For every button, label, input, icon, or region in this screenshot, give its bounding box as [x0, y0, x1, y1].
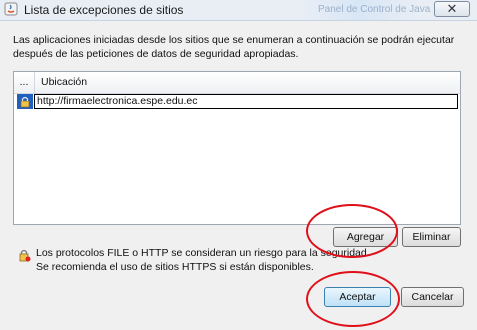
lock-icon — [19, 249, 31, 262]
site-location-cell[interactable]: http://firmaelectronica.espe.edu.ec — [34, 94, 458, 109]
table-header: ... Ubicación — [14, 72, 460, 94]
background-window: Panel de Control de Java — [300, 0, 430, 20]
column-header-dots[interactable]: ... — [14, 72, 35, 93]
highlight-circle-add — [306, 204, 398, 258]
intro-text: Las aplicaciones iniciadas desde los sit… — [13, 34, 455, 60]
cancel-button[interactable]: Cancelar — [401, 287, 464, 307]
java-icon — [4, 2, 18, 16]
highlight-circle-ok — [306, 271, 400, 327]
window-title: Lista de excepciones de sitios — [24, 3, 184, 17]
close-button[interactable]: ✕ — [434, 1, 470, 17]
dialog-body: Las aplicaciones iniciadas desde los sit… — [0, 21, 477, 330]
exception-site-list[interactable]: ... Ubicación http://firmaelectronica.es… — [13, 71, 461, 225]
site-lock-icon — [17, 94, 33, 109]
column-header-location[interactable]: Ubicación — [41, 72, 87, 93]
table-row[interactable]: http://firmaelectronica.espe.edu.ec — [14, 94, 460, 110]
title-bar: Lista de excepciones de sitios Panel de … — [0, 0, 477, 21]
warning-line-2: Se recomienda el uso de sitios HTTPS si … — [36, 261, 314, 273]
remove-button[interactable]: Eliminar — [402, 227, 461, 247]
background-window-title: Panel de Control de Java — [318, 4, 431, 15]
